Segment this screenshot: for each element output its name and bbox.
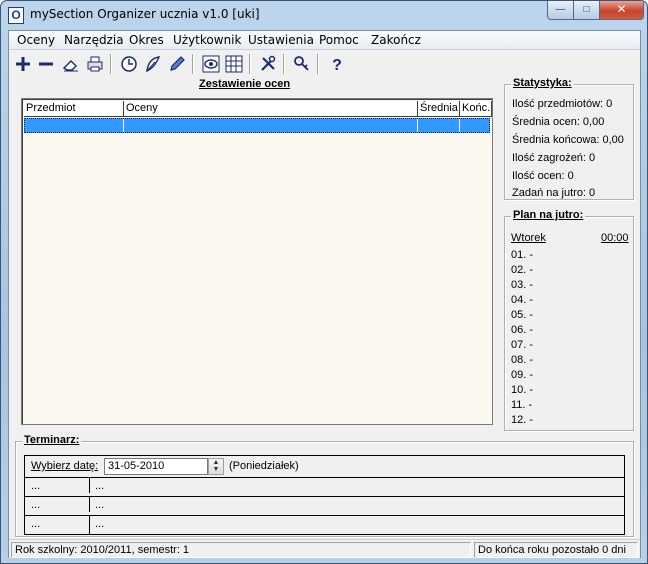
svg-text:?: ? [332,57,342,74]
maximize-button[interactable]: □ [573,1,600,20]
stat-final-average: Średnia końcowa: 0,00 [512,134,624,146]
plan-lesson-01: 01. - [511,249,534,261]
menu-oceny[interactable]: Oceny [17,33,55,47]
event-time: ... [31,499,41,511]
event-description: ... [95,480,105,492]
menu-uzytkownik[interactable]: Użytkownik [173,33,241,47]
menu-ustawienia[interactable]: Ustawienia [248,33,314,47]
pencil-icon [170,56,185,71]
menu-pomoc[interactable]: Pomoc [319,33,359,47]
toolbar: ? [9,51,640,79]
date-spinner[interactable]: ▲ ▼ [208,458,224,475]
key-icon [294,56,309,71]
spin-up-icon[interactable]: ▲ [209,459,223,466]
tomorrow-plan-panel: Plan na jutro: Wtorek 00:00 01. - 02. - … [504,209,634,431]
spin-down-icon[interactable]: ▼ [209,466,223,473]
stat-risk-count: Ilość zagrożeń: 0 [512,152,596,164]
stat-average: Średnia ocen: 0,00 [512,116,605,128]
stat-subject-count: Ilość przedmiotów: 0 [512,98,613,110]
help-icon: ? [332,57,342,74]
preview-button[interactable] [200,53,222,75]
minus-icon [39,62,53,66]
plan-lesson-11: 11. - [511,399,533,411]
plan-lesson-04: 04. - [511,294,534,306]
schedule-button[interactable] [118,53,140,75]
feather-icon [146,56,161,73]
event-description: ... [95,499,105,511]
menu-bar: Oceny Narzędzia Okres Użytkownik Ustawie… [9,31,640,50]
schedule-table: Wybierz datę: 31-05-2010 ▲ ▼ (Poniedział… [24,455,625,535]
statistics-panel: Statystyka: Ilość przedmiotów: 0 Średnia… [504,77,634,200]
status-school-year: Rok szkolny: 2010/2011, semestr: 1 [11,542,471,558]
client-area: Oceny Narzędzia Okres Użytkownik Ustawie… [8,30,641,558]
app-logo-icon[interactable]: O [8,7,24,24]
status-days-left: Do końca roku pozostało 0 dni [474,542,638,558]
selected-weekday: (Poniedziałek) [229,460,299,472]
remove-button[interactable] [35,53,57,75]
window-title: mySection Organizer ucznia v1.0 [uki] [30,7,260,21]
plan-time[interactable]: 00:00 [601,232,629,244]
event-time: ... [31,480,41,492]
eye-icon [202,55,220,73]
eraser-icon [62,60,78,72]
plan-title: Plan na jutro: [511,209,586,221]
status-bar: Rok szkolny: 2010/2011, semestr: 1 Do ko… [9,539,640,558]
plan-lesson-05: 05. - [511,309,534,321]
statistics-title: Statystyka: [511,77,574,89]
edit-button[interactable] [166,53,188,75]
table-row[interactable]: ... ... [25,496,624,512]
table-row[interactable] [24,118,490,133]
plus-icon [16,57,30,71]
grades-caption: Zestawienie ocen [199,78,291,90]
plan-lesson-07: 07. - [511,339,534,351]
app-window: O mySection Organizer ucznia v1.0 [uki] … [0,0,648,564]
add-button[interactable] [12,53,34,75]
stat-grade-count: Ilość ocen: 0 [512,170,574,182]
event-time: ... [31,518,41,530]
tools-icon [261,55,276,71]
notes-button[interactable] [142,53,164,75]
plan-lesson-08: 08. - [511,354,534,366]
clock-icon [121,56,137,72]
title-bar[interactable]: O mySection Organizer ucznia v1.0 [uki] … [1,1,647,30]
menu-okres[interactable]: Okres [129,33,164,47]
plan-day[interactable]: Wtorek [511,232,546,244]
print-button[interactable] [84,53,106,75]
printer-icon [87,56,103,72]
table-row[interactable]: ... ... [25,515,624,534]
date-picker-label[interactable]: Wybierz datę: [31,460,98,472]
schedule-title: Terminarz: [22,434,82,446]
column-srednia[interactable]: Średnia [418,101,460,117]
settings-button[interactable] [257,53,279,75]
table-row[interactable]: ... ... [25,477,624,493]
user-key-button[interactable] [291,53,313,75]
clear-button[interactable] [60,53,82,75]
date-picker-input[interactable]: 31-05-2010 [104,458,208,475]
plan-lesson-12: 12. - [511,414,534,426]
stat-tasks-tomorrow: Zadań na jutro: 0 [512,187,596,199]
schedule-panel: Terminarz: Wybierz datę: 31-05-2010 ▲ ▼ … [15,434,634,537]
plan-lesson-02: 02. - [511,264,534,276]
table-icon [225,55,243,73]
plan-lesson-03: 03. - [511,279,534,291]
plan-lesson-10: 10. - [511,384,534,396]
column-koncowa[interactable]: Końc. [460,101,492,117]
help-button[interactable]: ? [326,53,348,75]
menu-zakoncz[interactable]: Zakończ [371,33,421,47]
plan-lesson-06: 06. - [511,324,534,336]
menu-narzedzia[interactable]: Narzędzia [64,33,124,47]
column-oceny[interactable]: Oceny [124,101,418,117]
minimize-button[interactable]: — [547,1,574,20]
grades-table[interactable]: Przedmiot Oceny Średnia Końc. [21,98,493,425]
table-button[interactable] [223,53,245,75]
event-description: ... [95,518,105,530]
plan-lesson-09: 09. - [511,369,534,381]
close-button[interactable]: ✕ [599,1,644,20]
grades-table-header: Przedmiot Oceny Średnia Końc. [24,101,492,117]
column-przedmiot[interactable]: Przedmiot [24,101,124,117]
